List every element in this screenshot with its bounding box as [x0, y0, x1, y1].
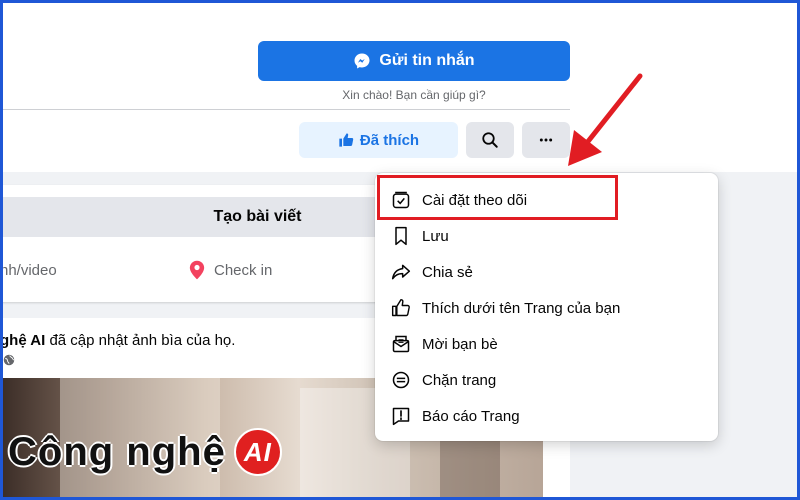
check-in-label: Check in: [214, 261, 273, 279]
divider: [0, 109, 570, 110]
send-message-button[interactable]: Gửi tin nhắn: [258, 41, 570, 81]
red-arrow-annotation: [568, 73, 643, 166]
share-icon: [390, 261, 412, 283]
menu-item-label: Chặn trang: [422, 371, 497, 389]
menu-item-like-as-page[interactable]: Thích dưới tên Trang của bạn: [375, 290, 718, 326]
menu-item-report-page[interactable]: Báo cáo Trang: [375, 398, 718, 434]
post-action: đã cập nhật ảnh bìa của họ.: [45, 332, 236, 349]
more-dots-icon: [539, 138, 553, 142]
block-icon: [390, 369, 412, 391]
post-author[interactable]: ghệ AI: [0, 332, 45, 349]
brand-logo: Công nghệ AI: [8, 428, 282, 476]
invite-envelope-icon: [390, 333, 412, 355]
menu-item-save[interactable]: Lưu: [375, 218, 718, 254]
post-header-text: ghệ AI đã cập nhật ảnh bìa của họ.: [0, 332, 235, 349]
menu-item-invite-friends[interactable]: Mời bạn bè: [375, 326, 718, 362]
menu-item-share[interactable]: Chia sẻ: [375, 254, 718, 290]
search-icon: [482, 132, 498, 148]
like-icon: [390, 297, 412, 319]
brand-badge: AI: [233, 428, 282, 476]
greeting-text: Xin chào! Bạn cần giúp gì?: [342, 88, 486, 102]
send-message-label: Gửi tin nhắn: [379, 52, 475, 69]
thumbs-up-icon: [339, 133, 354, 147]
messenger-icon: [354, 53, 370, 69]
menu-item-label: Báo cáo Trang: [422, 407, 520, 425]
menu-item-label: Lưu: [422, 227, 449, 245]
menu-item-label: Thích dưới tên Trang của bạn: [422, 299, 621, 317]
search-button[interactable]: [466, 122, 514, 158]
menu-item-block-page[interactable]: Chặn trang: [375, 362, 718, 398]
menu-item-label: Mời bạn bè: [422, 335, 498, 353]
brand-text: Công nghệ: [8, 429, 226, 474]
create-post-title: Tạo bài viết: [213, 208, 302, 225]
check-in-option[interactable]: Check in: [188, 260, 272, 280]
menu-item-label: Chia sẻ: [422, 263, 473, 281]
highlight-annotation: [377, 175, 618, 220]
liked-label: Đã thích: [359, 131, 420, 149]
bookmark-icon: [390, 225, 412, 247]
location-pin-icon: [189, 260, 205, 280]
globe-icon: [3, 354, 15, 366]
report-icon: [390, 405, 412, 427]
liked-button[interactable]: Đã thích: [299, 122, 458, 158]
photo-video-option[interactable]: nh/video: [0, 262, 57, 279]
